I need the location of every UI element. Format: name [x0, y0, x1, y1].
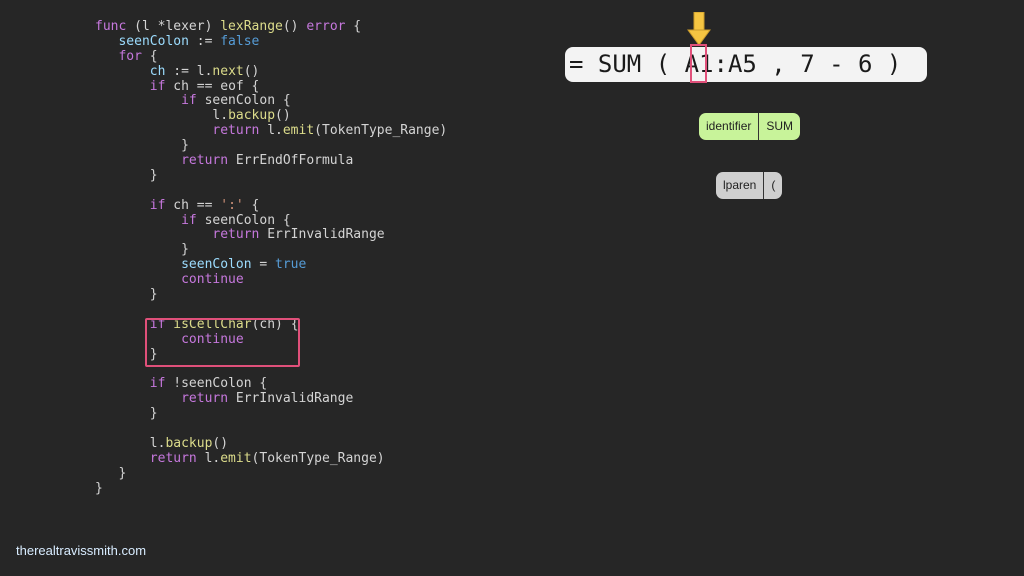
footer-credit: therealtravissmith.com [16, 543, 147, 558]
arrow-down-icon [687, 12, 711, 46]
code-token: { [243, 197, 260, 213]
code-line: return ErrInvalidRange [95, 228, 447, 243]
code-token: () [243, 63, 260, 79]
code-line: if ch == eof { [95, 78, 447, 95]
code-block: func (l *lexer) lexRange() error { seenC… [95, 19, 448, 497]
code-token: ch == eof { [165, 78, 260, 94]
code-line: } [95, 242, 447, 258]
code-line: } [95, 167, 447, 184]
code-token: (TokenType_Range) [314, 123, 448, 139]
code-token: emit [220, 450, 252, 466]
code-token: l. [95, 108, 229, 124]
code-token: := l. [165, 63, 213, 79]
code-highlight-box [145, 318, 300, 367]
code-token: = [251, 257, 276, 273]
code-token: if [95, 376, 166, 392]
token-identifier: identifier SUM [699, 113, 801, 140]
code-token: if [95, 212, 197, 228]
code-token: } [95, 242, 189, 258]
code-line: } [95, 287, 447, 303]
code-line: for { [95, 48, 447, 65]
code-line: if seenColon { [95, 212, 447, 229]
code-token: seenColon [95, 33, 189, 49]
code-token: func [95, 19, 135, 34]
code-token: continue [95, 272, 244, 288]
code-line: if ch == ':' { [95, 197, 447, 214]
code-token: return [95, 450, 197, 466]
code-line: } [95, 406, 447, 422]
code-token: !seenColon { [165, 376, 268, 392]
code-token: } [95, 138, 189, 154]
code-token: ch == [165, 197, 221, 213]
token-value-label: ( [771, 178, 776, 192]
code-line: ch := l.next() [95, 63, 447, 80]
code-line: continue [95, 272, 447, 288]
lexer-cursor-box [690, 44, 707, 83]
code-token: seenColon { [196, 93, 291, 109]
code-token: (l *lexer) [134, 19, 221, 34]
code-line: func (l *lexer) lexRange() error { [95, 19, 447, 35]
code-token: if [95, 78, 166, 94]
token-value-label: SUM [766, 119, 794, 133]
code-token: (TokenType_Range) [251, 450, 385, 466]
code-line: } [95, 138, 447, 154]
code-token: next [212, 63, 244, 79]
code-token: ErrInvalidRange [259, 227, 385, 243]
code-token: for [95, 48, 142, 64]
code-token: l. [196, 450, 221, 466]
code-token: } [95, 406, 158, 422]
code-line: return ErrEndOfFormula [95, 153, 447, 169]
code-line: if seenColon { [95, 94, 447, 109]
code-token: false [220, 33, 260, 49]
code-token: ErrInvalidRange [228, 391, 354, 407]
code-line: l.backup() [95, 108, 447, 124]
code-token: return [95, 153, 229, 169]
code-token: := [188, 33, 221, 49]
code-line: return ErrInvalidRange [95, 391, 447, 407]
code-token: ch [95, 63, 166, 79]
code-token: l. [259, 123, 283, 139]
code-token: () [275, 108, 291, 124]
code-token: return [95, 123, 260, 139]
code-line: seenColon := false [95, 33, 447, 50]
code-line: return l.emit(TokenType_Range) [95, 450, 447, 467]
code-token: { [345, 19, 362, 34]
code-token: ErrEndOfFormula [228, 153, 354, 169]
code-token: error [306, 19, 346, 34]
token-lparen: lparen ( [716, 172, 783, 199]
code-token: return [95, 391, 229, 407]
code-token: seenColon { [196, 212, 291, 228]
code-token: backup [165, 435, 213, 451]
token-type-label: identifier [706, 119, 752, 133]
code-token: } [95, 480, 103, 496]
code-line: } [95, 480, 447, 497]
code-token: emit [282, 123, 315, 139]
code-token: true [275, 257, 307, 273]
code-token: } [95, 465, 127, 481]
code-line: return l.emit(TokenType_Range) [95, 123, 448, 139]
code-token: { [141, 48, 158, 64]
code-line: if !seenColon { [95, 376, 447, 392]
code-token: ':' [220, 197, 244, 213]
code-token: backup [228, 108, 276, 124]
formula-input: = SUM ( A1:A5 , 7 - 6 ) [565, 47, 927, 82]
code-line: l.backup() [95, 435, 447, 452]
code-line: } [95, 465, 447, 482]
code-token: l. [95, 435, 166, 451]
code-token: seenColon [95, 257, 252, 273]
code-token: () [212, 435, 229, 451]
code-token: return [95, 227, 260, 243]
token-type-label: lparen [723, 178, 757, 192]
code-token: } [95, 167, 158, 183]
code-line: seenColon = true [95, 257, 447, 273]
code-token: lexRange [220, 19, 283, 34]
code-token: if [95, 93, 197, 109]
code-token: () [282, 19, 307, 34]
code-token: } [95, 287, 158, 303]
code-token: if [95, 197, 166, 213]
